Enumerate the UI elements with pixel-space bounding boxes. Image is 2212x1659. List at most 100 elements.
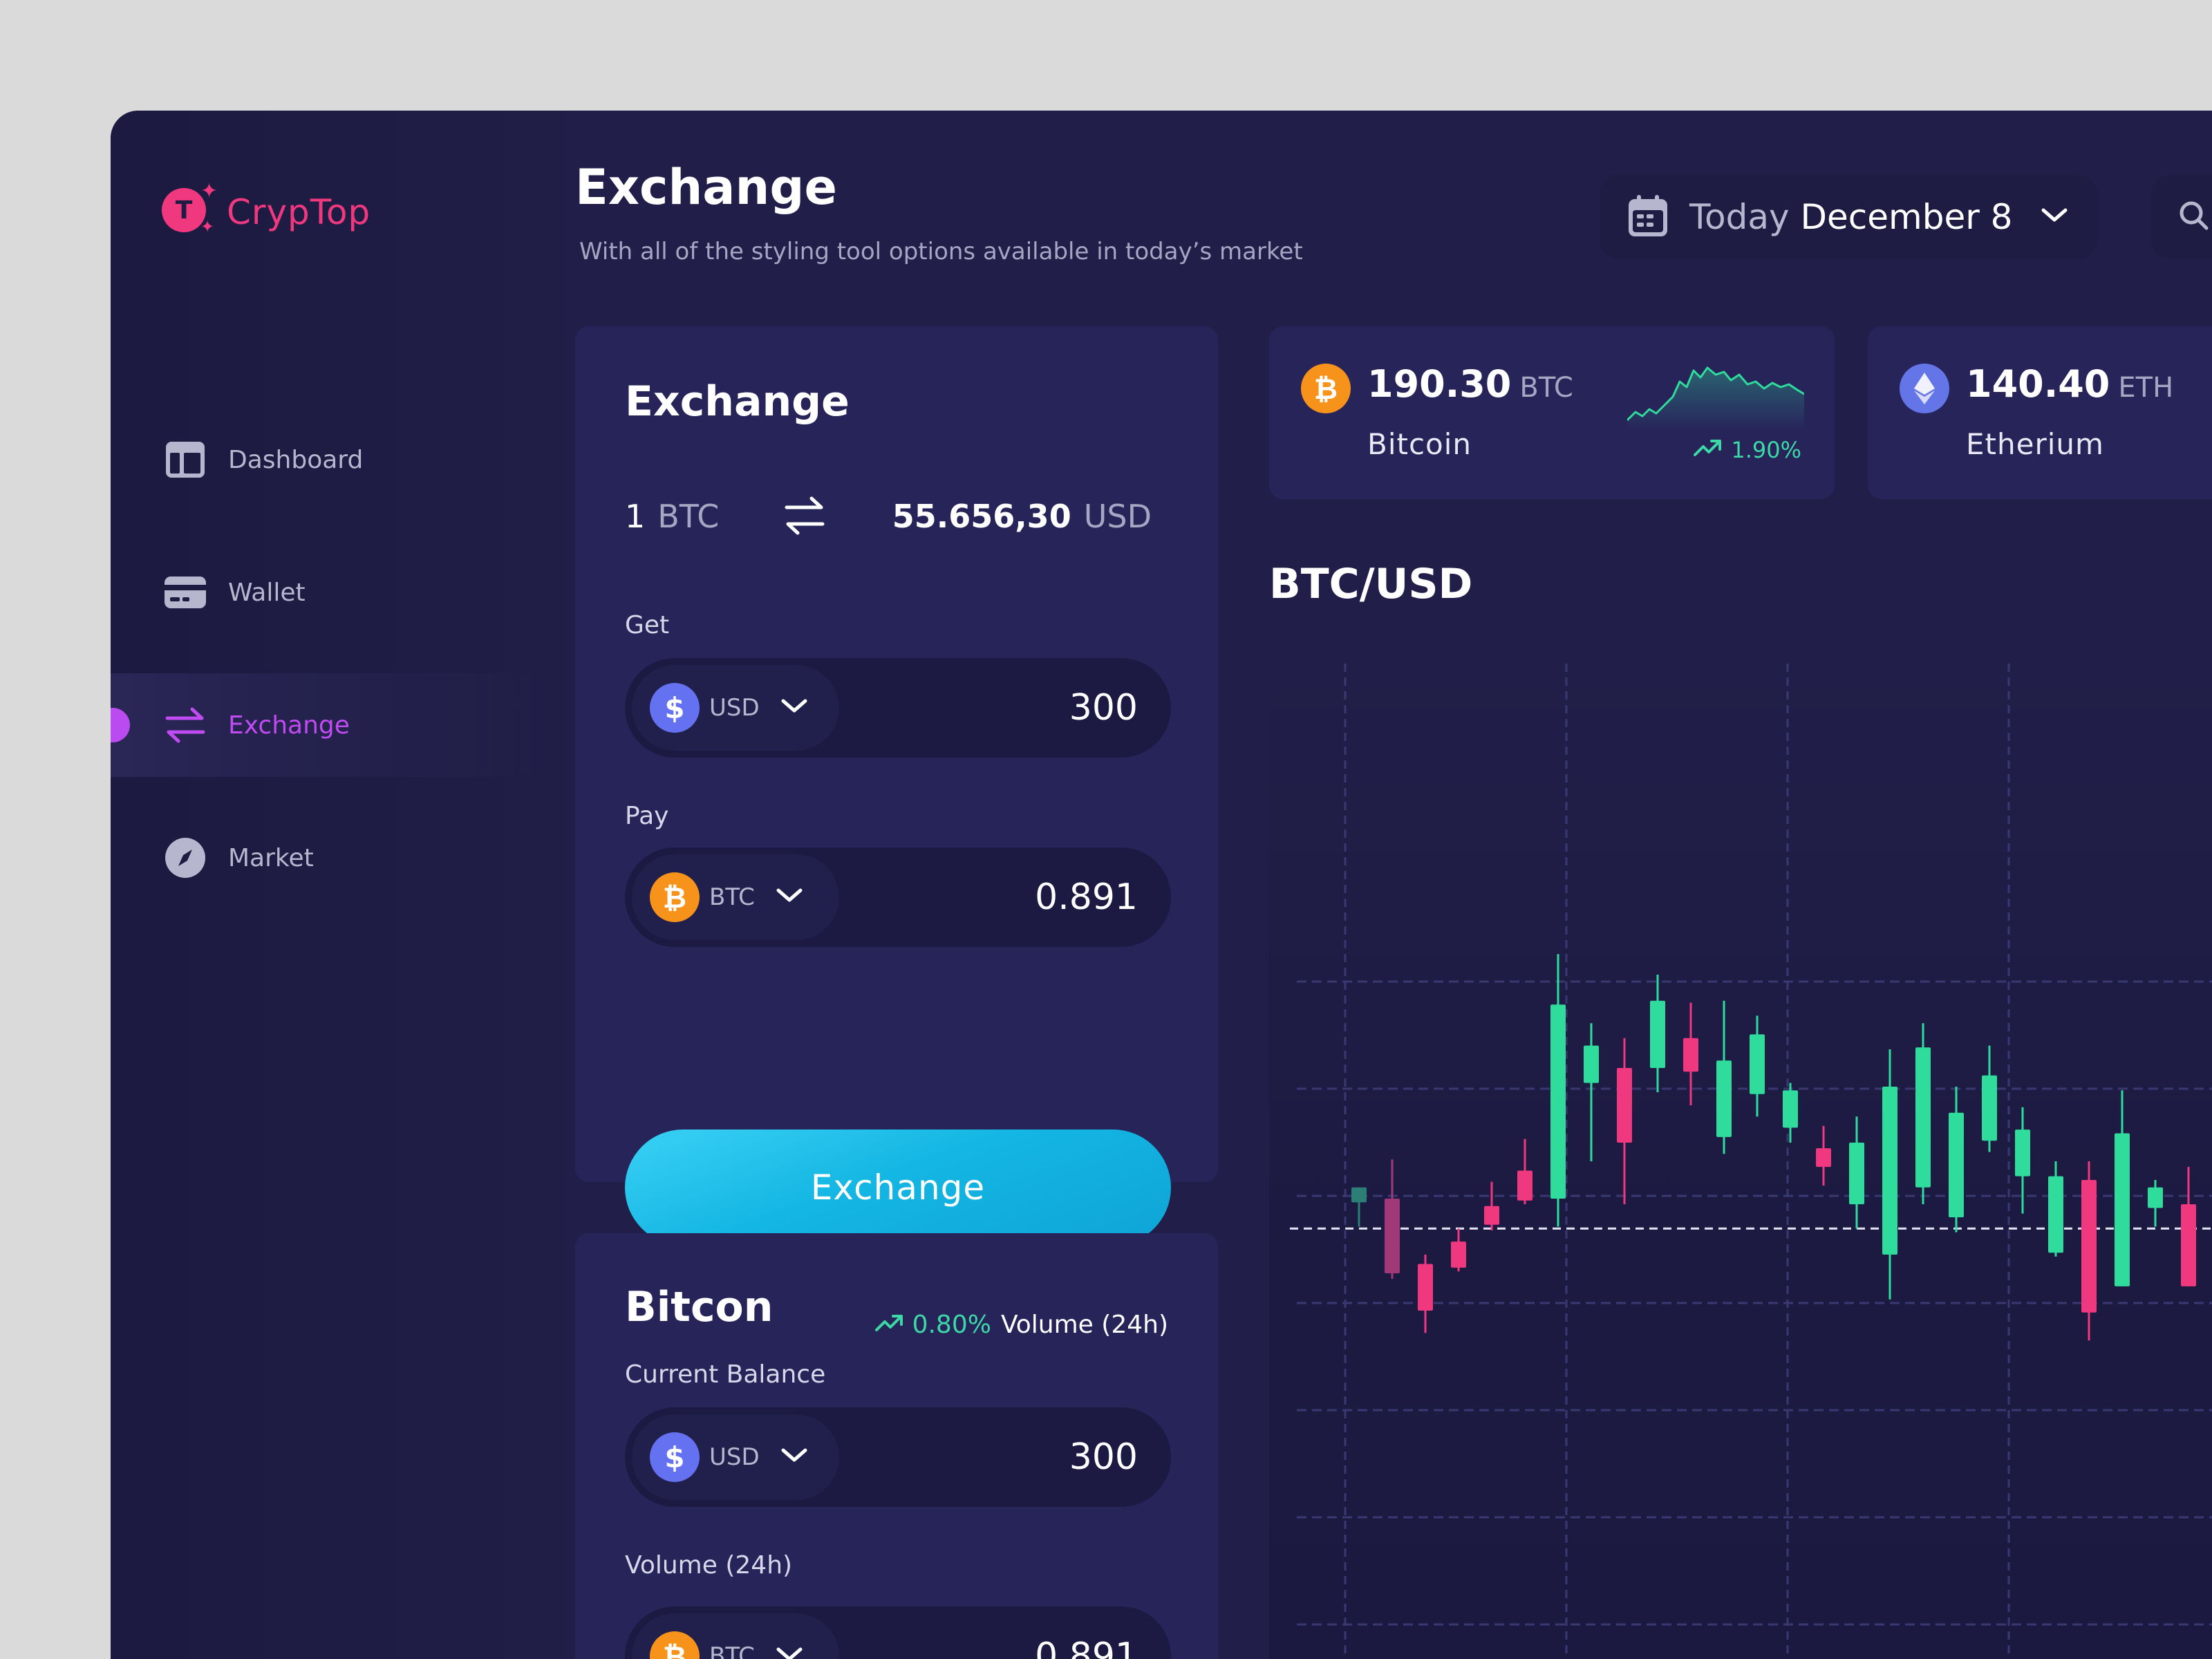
candle-body (2181, 1204, 2196, 1286)
balance-currency-select[interactable]: $ USD (632, 1414, 839, 1500)
get-label: Get (625, 611, 670, 639)
btc-coin-icon: ₿ (1301, 364, 1351, 413)
candle-body (1982, 1075, 1997, 1141)
sidebar-item-label: Exchange (228, 711, 350, 740)
sidebar-item-exchange[interactable]: Exchange (111, 673, 567, 777)
active-indicator (111, 708, 130, 742)
candle-body (1517, 1170, 1533, 1201)
brand-logo[interactable]: T ✦ ✦ CrypTop (162, 181, 371, 243)
candle-body (1484, 1206, 1499, 1225)
eth-coin-icon (1900, 364, 1949, 413)
balance-currency-code: USD (709, 1443, 760, 1471)
date-value: December 8 (1800, 197, 2013, 237)
candle-body (2048, 1176, 2063, 1253)
chevron-down-icon (776, 888, 803, 907)
swap-icon[interactable] (782, 495, 827, 539)
candle-body (1451, 1241, 1466, 1268)
ticker-name: Etherium (1966, 427, 2104, 461)
chevron-down-icon (780, 698, 808, 718)
btc-coin-icon: ₿ (650, 1631, 700, 1659)
balance-change-pct: 0.80% (912, 1311, 991, 1339)
candle-body (1783, 1090, 1798, 1128)
chevron-down-icon (776, 1647, 803, 1659)
sidebar-item-label: Wallet (228, 578, 306, 607)
candle-body (2115, 1133, 2130, 1286)
ticker-price-unit: BTC (1519, 372, 1573, 404)
usd-coin-icon: $ (650, 1432, 700, 1482)
dashboard-icon (165, 439, 206, 480)
sidebar-item-label: Dashboard (228, 445, 364, 474)
chevron-down-icon (2041, 207, 2068, 227)
rate-from: 1 BTC (625, 498, 719, 535)
ticker-card-btc[interactable]: ₿ 190.30 BTC Bitcoin 1.90% (1269, 326, 1835, 499)
calendar-icon (1629, 195, 1667, 239)
ticker-change: 1.90% (1694, 437, 1801, 463)
candle-body (1351, 1187, 1367, 1203)
candle-body (1385, 1199, 1400, 1273)
rate-from-unit: BTC (657, 498, 720, 535)
candle-body (2081, 1180, 2097, 1313)
wallet-icon (165, 572, 206, 613)
candle-body (1683, 1038, 1698, 1072)
exchange-icon (165, 704, 206, 746)
rate-to-unit: USD (1083, 498, 1152, 535)
exchange-card: Exchange 1 BTC 55.656,30 USD Get $ USD 300… (575, 326, 1218, 1246)
candle-body (1882, 1087, 1897, 1255)
sidebar-nav: Dashboard Wallet Exchange Market (111, 408, 567, 939)
date-label: Today December 8 (1689, 197, 2013, 237)
volume-field[interactable]: ₿ BTC 0.891 (625, 1606, 1171, 1659)
sidebar-item-wallet[interactable]: Wallet (111, 541, 567, 644)
rate-to: 55.656,30 USD (892, 498, 1152, 535)
sidebar-item-market[interactable]: Market (111, 806, 567, 910)
get-amount[interactable]: 300 (1069, 658, 1138, 758)
balance-field[interactable]: $ USD 300 (625, 1407, 1171, 1507)
app-window: T ✦ ✦ CrypTop Dashboard Wallet Exchange … (111, 111, 2212, 1659)
candle-body (2015, 1130, 2030, 1177)
balance-change: 0.80% Volume (24h) (874, 1311, 1168, 1339)
ticker-name: Bitcoin (1367, 427, 1472, 461)
volume-amount[interactable]: 0.891 (1035, 1606, 1138, 1659)
candle-body (1849, 1143, 1864, 1205)
sparkline-chart (1626, 354, 1805, 433)
pay-field[interactable]: ₿ BTC 0.891 (625, 847, 1171, 947)
trend-up-icon (1694, 437, 1723, 463)
balance-card-title: Bitcon (625, 1283, 774, 1331)
candle-body (1550, 1004, 1566, 1199)
page-title: Exchange (575, 159, 837, 216)
candlestick-chart[interactable] (1269, 664, 2212, 1659)
balance-change-label: Volume (24h) (1000, 1311, 1168, 1339)
trend-up-icon (874, 1311, 904, 1339)
sidebar-item-dashboard[interactable]: Dashboard (111, 408, 567, 512)
pay-currency-code: BTC (709, 883, 755, 911)
volume-currency-select[interactable]: ₿ BTC (632, 1613, 839, 1659)
candle-body (1418, 1264, 1433, 1311)
pay-label: Pay (625, 802, 669, 830)
pay-amount[interactable]: 0.891 (1035, 847, 1138, 947)
volume-currency-code: BTC (709, 1642, 755, 1659)
logo-letter: T (162, 188, 206, 232)
brand-name: CrypTop (227, 192, 371, 232)
volume-label: Volume (24h) (625, 1551, 793, 1580)
candle-body (1716, 1060, 1732, 1137)
rate-to-amount: 55.656,30 (892, 498, 1071, 535)
candlestick-svg (1290, 664, 2212, 1659)
candle-body (1915, 1047, 1931, 1188)
candle-body (1816, 1148, 1831, 1168)
balance-amount[interactable]: 300 (1069, 1407, 1138, 1507)
date-prefix: Today (1689, 197, 1790, 237)
pair-title: BTC/USD (1269, 560, 1473, 608)
ticker-price: 140.40 ETH (1966, 362, 2173, 406)
ticker-card-eth[interactable]: 140.40 ETH Etherium (1868, 326, 2212, 499)
search-button[interactable] (2151, 176, 2212, 259)
pay-currency-select[interactable]: ₿ BTC (632, 854, 839, 940)
exchange-button[interactable]: Exchange (625, 1130, 1171, 1246)
search-icon (2179, 200, 2209, 234)
date-selector[interactable]: Today December 8 (1600, 176, 2097, 259)
candle-body (1584, 1045, 1599, 1083)
get-field[interactable]: $ USD 300 (625, 658, 1171, 758)
page-subtitle: With all of the styling tool options ava… (579, 238, 1303, 265)
compass-icon (165, 837, 206, 879)
get-currency-select[interactable]: $ USD (632, 665, 839, 751)
candle-body (1750, 1034, 1765, 1094)
current-balance-label: Current Balance (625, 1360, 826, 1389)
